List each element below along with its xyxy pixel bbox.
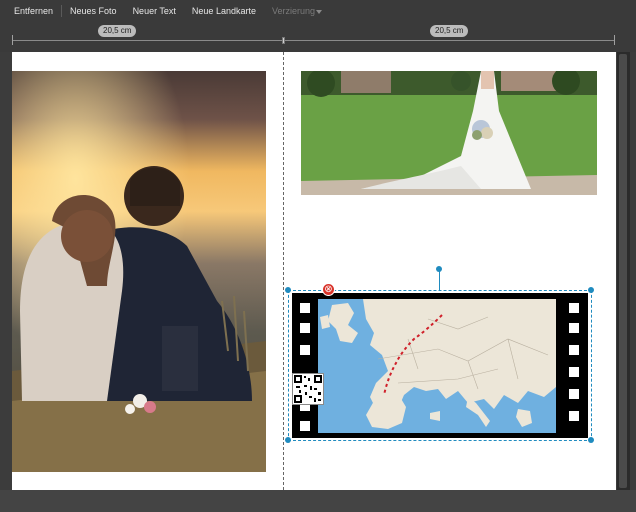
film-hole: [569, 389, 579, 399]
remove-button[interactable]: Entfernen: [6, 4, 61, 18]
qr-code-icon: [294, 375, 322, 403]
right-page-width-label: 20,5 cm: [430, 25, 469, 37]
couple-photo-image: [12, 71, 266, 472]
europe-map-image: [318, 299, 556, 433]
film-hole: [569, 323, 579, 333]
rotate-handle-line: [439, 270, 440, 290]
bottom-bar: [0, 490, 636, 512]
ruler-tick-left: [12, 35, 13, 45]
chevron-down-icon: [316, 9, 322, 14]
film-hole: [569, 411, 579, 421]
couple-sunset-photo[interactable]: [12, 71, 266, 472]
new-map-button[interactable]: Neue Landkarte: [184, 4, 264, 18]
new-text-button[interactable]: Neuer Text: [125, 4, 184, 18]
ruler-center-handle[interactable]: [282, 37, 285, 44]
film-hole: [569, 367, 579, 377]
page-spine: [283, 52, 284, 490]
film-hole: [300, 303, 310, 313]
ruler: 20,5 cm 20,5 cm: [0, 22, 636, 52]
resize-handle-top-left[interactable]: [285, 287, 291, 293]
scrollbar-thumb[interactable]: [619, 54, 627, 488]
film-hole: [569, 345, 579, 355]
film-hole: [569, 303, 579, 313]
bride-photo-image: [301, 71, 597, 195]
film-hole: [300, 345, 310, 355]
decoration-label: Verzierung: [271, 6, 315, 16]
toolbar: Entfernen Neues Foto Neuer Text Neue Lan…: [0, 0, 636, 22]
bride-photo[interactable]: [301, 71, 597, 195]
resize-handle-bottom-right[interactable]: [588, 437, 594, 443]
decoration-dropdown[interactable]: Verzierung: [264, 4, 330, 18]
delete-icon[interactable]: ⊗: [322, 283, 335, 296]
resize-handle-bottom-left[interactable]: [285, 437, 291, 443]
rotate-handle[interactable]: [436, 266, 442, 272]
ruler-tick-right: [614, 35, 615, 45]
resize-handle-top-right[interactable]: [588, 287, 594, 293]
left-page-width-label: 20,5 cm: [98, 25, 137, 37]
europe-map[interactable]: [318, 299, 556, 433]
film-hole: [300, 421, 310, 431]
qr-code: [292, 373, 324, 405]
ruler-line: [12, 40, 614, 41]
new-photo-button[interactable]: Neues Foto: [62, 4, 125, 18]
film-hole: [300, 323, 310, 333]
